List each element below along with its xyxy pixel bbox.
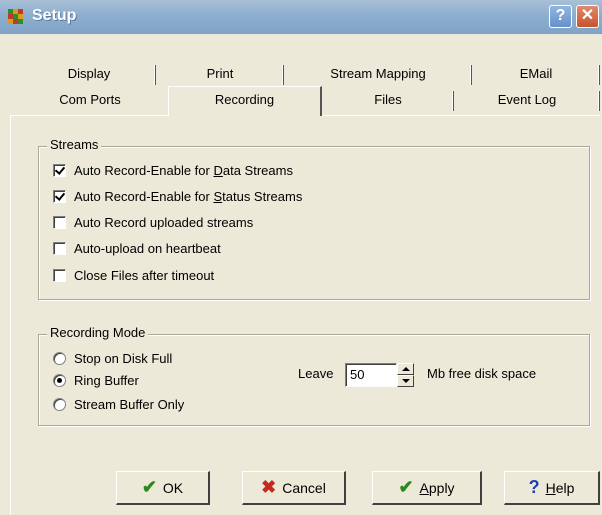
tab-com-ports[interactable]: Com Ports bbox=[12, 89, 168, 113]
title-close-button[interactable]: ✕ bbox=[576, 5, 599, 28]
radio-label: Ring Buffer bbox=[74, 373, 139, 388]
question-icon: ? bbox=[555, 7, 566, 24]
data-streams-checkbox[interactable] bbox=[53, 164, 66, 177]
tab-label: Recording bbox=[214, 92, 275, 107]
help-label: Help bbox=[545, 479, 575, 496]
ring-buffer-radio-row[interactable]: Ring Buffer bbox=[53, 373, 139, 388]
tab-files[interactable]: Files bbox=[322, 89, 454, 113]
tab-label: Event Log bbox=[497, 92, 557, 107]
checkbox-label: Auto Record uploaded streams bbox=[74, 215, 254, 230]
ok-label: OK bbox=[162, 479, 184, 496]
free-space-spinner[interactable] bbox=[397, 363, 414, 387]
spin-down-icon[interactable] bbox=[397, 375, 414, 387]
checkbox-label: Auto-upload on heartbeat bbox=[74, 241, 221, 256]
checkbox-label: Close Files after timeout bbox=[74, 268, 215, 283]
radio-label: Stop on Disk Full bbox=[74, 351, 173, 366]
tab-label: Display bbox=[67, 66, 111, 81]
tab-display[interactable]: Display bbox=[22, 63, 156, 85]
tab-label: Files bbox=[374, 92, 402, 107]
leave-label: Leave bbox=[298, 366, 334, 381]
close-files-checkbox[interactable] bbox=[53, 269, 66, 282]
stop-on-disk-full-radio-row[interactable]: Stop on Disk Full bbox=[53, 351, 172, 366]
tab-label: Stream Mapping bbox=[330, 66, 426, 81]
check-icon: ✔ bbox=[398, 477, 414, 497]
app-icon bbox=[8, 9, 23, 24]
uploaded-streams-checkbox[interactable] bbox=[53, 216, 66, 229]
cancel-label: Cancel bbox=[282, 479, 326, 496]
heartbeat-checkbox[interactable] bbox=[53, 242, 66, 255]
radio-label: Stream Buffer Only bbox=[74, 397, 185, 412]
cancel-button[interactable]: ✖ Cancel bbox=[242, 471, 346, 505]
checkbox-label: Auto Record-Enable for Data Streams bbox=[74, 163, 293, 178]
question-icon: ? bbox=[528, 477, 540, 497]
title-bar[interactable]: Setup ? ✕ bbox=[0, 0, 602, 34]
streams-legend: Streams bbox=[47, 137, 102, 152]
tab-event-log[interactable]: Event Log bbox=[454, 89, 600, 113]
status-streams-checkbox-row[interactable]: Auto Record-Enable for Status Streams bbox=[53, 189, 302, 204]
tab-email[interactable]: EMail bbox=[472, 63, 600, 85]
apply-button[interactable]: ✔ Apply bbox=[372, 471, 482, 505]
ok-button[interactable]: ✔ OK bbox=[116, 471, 210, 505]
tab-print[interactable]: Print bbox=[156, 63, 284, 85]
window-title: Setup bbox=[32, 7, 77, 24]
checkbox-label: Auto Record-Enable for Status Streams bbox=[74, 189, 303, 204]
help-button[interactable]: ? Help bbox=[504, 471, 600, 505]
data-streams-checkbox-row[interactable]: Auto Record-Enable for Data Streams bbox=[53, 163, 293, 178]
x-icon: ✖ bbox=[261, 477, 277, 497]
tab-label: EMail bbox=[519, 66, 553, 81]
recording-mode-legend: Recording Mode bbox=[47, 325, 149, 340]
spin-up-icon[interactable] bbox=[397, 363, 414, 375]
check-icon: ✔ bbox=[141, 477, 157, 497]
status-streams-checkbox[interactable] bbox=[53, 190, 66, 203]
close-files-checkbox-row[interactable]: Close Files after timeout bbox=[53, 268, 214, 283]
tab-stream-mapping[interactable]: Stream Mapping bbox=[284, 63, 472, 85]
close-icon: ✕ bbox=[580, 7, 595, 24]
tab-label: Com Ports bbox=[59, 92, 121, 107]
uploaded-streams-checkbox-row[interactable]: Auto Record uploaded streams bbox=[53, 215, 253, 230]
tab-label: Print bbox=[206, 66, 234, 81]
ring-buffer-radio[interactable] bbox=[53, 374, 66, 387]
heartbeat-checkbox-row[interactable]: Auto-upload on heartbeat bbox=[53, 241, 221, 256]
stream-buffer-only-radio-row[interactable]: Stream Buffer Only bbox=[53, 397, 184, 412]
apply-label: Apply bbox=[419, 479, 455, 496]
stop-on-disk-full-radio[interactable] bbox=[53, 352, 66, 365]
stream-buffer-only-radio[interactable] bbox=[53, 398, 66, 411]
free-space-input[interactable]: 50 bbox=[345, 363, 397, 387]
tab-recording[interactable]: Recording bbox=[168, 86, 322, 116]
title-help-button[interactable]: ? bbox=[549, 5, 572, 28]
free-space-unit-label: Mb free disk space bbox=[427, 366, 537, 381]
